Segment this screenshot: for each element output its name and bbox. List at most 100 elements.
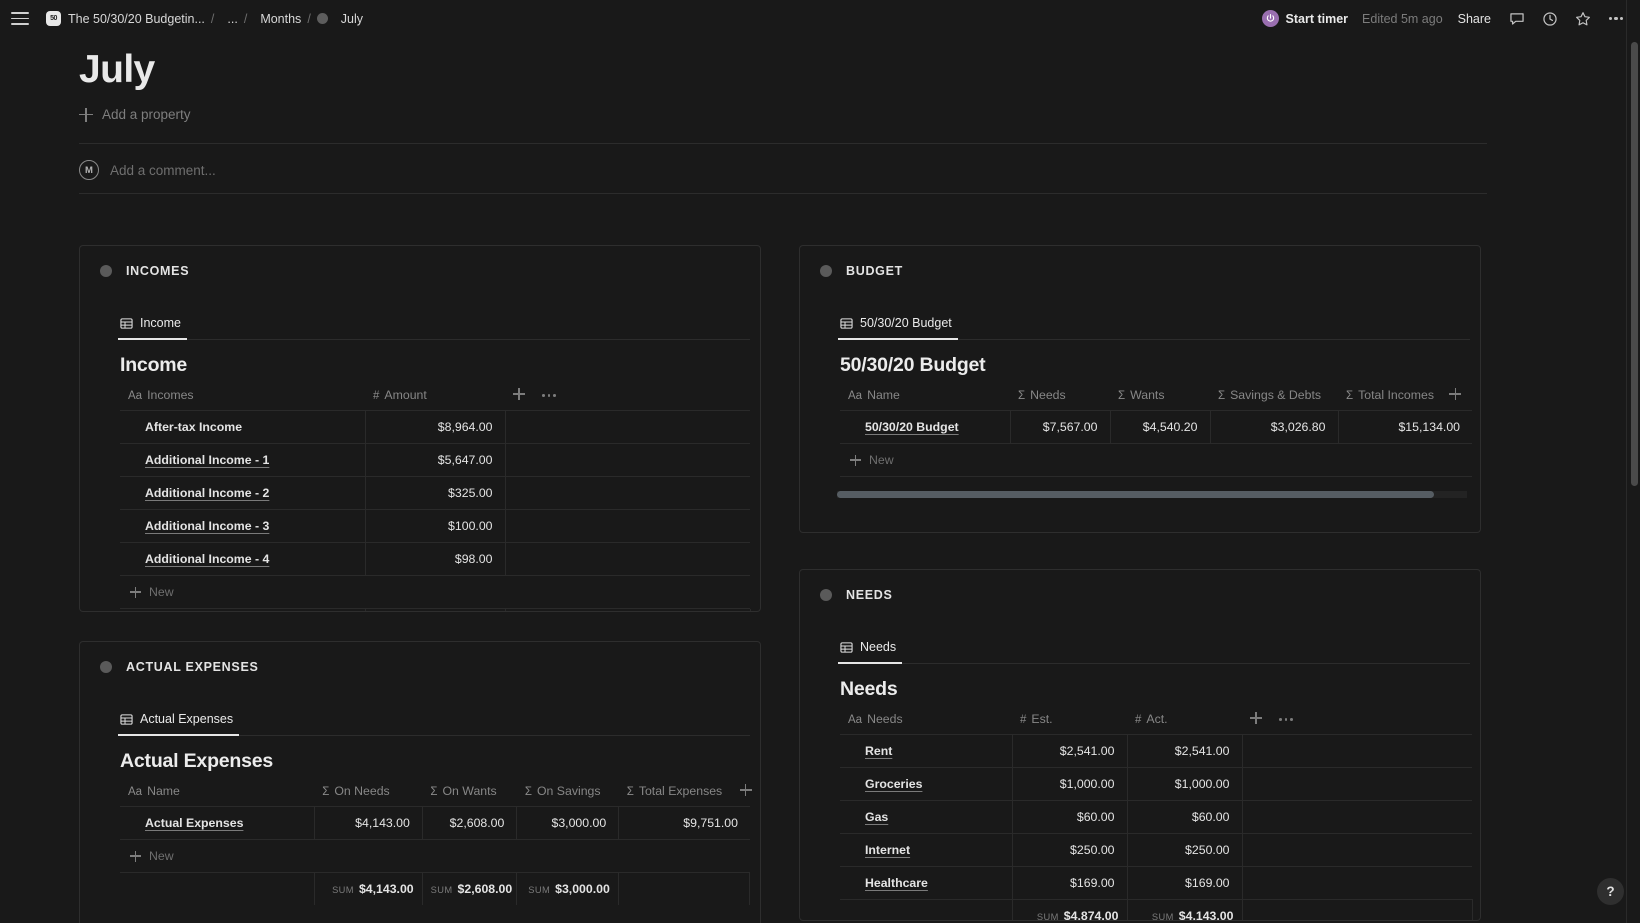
add-column-icon[interactable] [739,784,752,796]
new-row-button-budget[interactable]: New [840,444,1472,477]
share-button[interactable]: Share [1458,12,1491,26]
new-row-button-income[interactable]: New [120,576,750,609]
cell-total-incomes[interactable]: $15,134.00 [1338,410,1472,444]
tab-needs[interactable]: Needs [838,640,903,664]
column-header-total-expenses[interactable]: Σ Total Expenses [619,779,752,807]
column-header-est[interactable]: # Est. [1012,707,1127,735]
comment-icon[interactable] [1507,9,1527,29]
help-button[interactable]: ? [1597,878,1624,905]
cell-total-expenses[interactable]: $9,751.00 [618,806,750,840]
table-row[interactable]: Additional Income - 1 $5,647.00 [120,443,750,477]
sum-on-wants[interactable]: SUM $2,608.00 [422,873,518,905]
horizontal-scrollbar-track[interactable] [837,491,1467,498]
cell-on-wants[interactable]: $2,608.00 [422,806,518,840]
cell-act[interactable]: $1,000.00 [1127,767,1243,801]
cell-income-name[interactable]: Additional Income - 2 [120,476,366,510]
column-header-act[interactable]: # Act. [1127,707,1242,735]
table-row[interactable]: After-tax Income $8,964.00 [120,410,750,444]
sum-on-needs[interactable]: SUM $4,143.00 [314,873,423,905]
sum-on-savings[interactable]: SUM $3,000.00 [516,873,619,905]
cell-need-name[interactable]: Groceries [840,767,1013,801]
column-header-name[interactable]: Aa Name [120,779,314,807]
workspace-logo-icon[interactable]: 50 [46,11,61,26]
comment-input-placeholder[interactable]: Add a comment... [110,163,216,178]
tab-income[interactable]: Income [118,316,187,340]
cell-need-name[interactable]: Healthcare [840,866,1013,900]
cell-act[interactable]: $169.00 [1127,866,1243,900]
table-row[interactable]: Rent $2,541.00 $2,541.00 [840,734,1472,768]
cell-income-amount[interactable]: $325.00 [365,476,506,510]
column-header-incomes[interactable]: Aa Incomes [120,383,365,411]
column-options-icon[interactable] [542,394,556,397]
cell-est[interactable]: $60.00 [1012,800,1128,834]
cell-need-name[interactable]: Internet [840,833,1013,867]
column-header-savings-debts[interactable]: Σ Savings & Debts [1210,383,1338,411]
column-header-on-wants[interactable]: Σ On Wants [422,779,516,807]
cell-est[interactable]: $1,000.00 [1012,767,1128,801]
cell-savings-debts[interactable]: $3,026.80 [1210,410,1339,444]
cell-act[interactable]: $250.00 [1127,833,1243,867]
cell-income-name[interactable]: Additional Income - 3 [120,509,366,543]
cell-wants[interactable]: $4,540.20 [1110,410,1211,444]
breadcrumb-ellipsis[interactable]: ... [227,12,237,26]
table-row[interactable]: Healthcare $169.00 $169.00 [840,866,1472,900]
cell-income-amount[interactable]: $5,647.00 [365,443,506,477]
star-icon[interactable] [1573,9,1593,29]
cell-income-name[interactable]: Additional Income - 1 [120,443,366,477]
cell-income-amount[interactable]: $100.00 [365,509,506,543]
cell-need-name[interactable]: Rent [840,734,1013,768]
history-clock-icon[interactable] [1540,9,1560,29]
cell-income-name[interactable]: After-tax Income [120,410,366,444]
sum-amount[interactable]: SUM$15,134.00 [365,609,506,611]
cell-income-amount[interactable]: $98.00 [365,542,506,576]
column-add-and-options[interactable] [1242,707,1472,735]
vertical-scrollbar[interactable] [1631,42,1638,486]
more-options-icon[interactable] [1606,9,1626,29]
cell-est[interactable]: $2,541.00 [1012,734,1128,768]
column-header-on-savings[interactable]: Σ On Savings [517,779,619,807]
column-add-and-options[interactable] [505,383,750,411]
table-row[interactable]: Additional Income - 4 $98.00 [120,542,750,576]
table-row[interactable]: Actual Expenses $4,143.00 $2,608.00 $3,0… [120,806,750,840]
table-row[interactable]: Gas $60.00 $60.00 [840,800,1472,834]
column-options-icon[interactable] [1279,718,1293,721]
cell-needs[interactable]: $7,567.00 [1010,410,1111,444]
hamburger-icon[interactable] [11,12,29,25]
cell-act[interactable]: $60.00 [1127,800,1243,834]
column-header-needs[interactable]: Aa Needs [840,707,1012,735]
cell-on-needs[interactable]: $4,143.00 [314,806,423,840]
table-row[interactable]: Additional Income - 2 $325.00 [120,476,750,510]
cell-income-name[interactable]: Additional Income - 4 [120,542,366,576]
breadcrumb-item-workspace[interactable]: The 50/30/20 Budgetin... [68,12,205,26]
tab-50-30-20-budget[interactable]: 50/30/20 Budget [838,316,958,340]
table-row[interactable]: Internet $250.00 $250.00 [840,833,1472,867]
column-header-amount[interactable]: # Amount [365,383,505,411]
tab-actual-expenses[interactable]: Actual Expenses [118,712,240,736]
add-column-icon[interactable] [1250,712,1262,724]
add-property-button[interactable]: Add a property [79,107,191,122]
cell-est[interactable]: $250.00 [1012,833,1128,867]
breadcrumb-item-july[interactable]: July [341,12,363,26]
table-row[interactable]: Additional Income - 3 $100.00 [120,509,750,543]
column-header-needs[interactable]: Σ Needs [1010,383,1110,411]
sum-act[interactable]: SUM $4,143.00 [1127,899,1243,920]
cell-on-savings[interactable]: $3,000.00 [516,806,620,840]
table-row[interactable]: 50/30/20 Budget $7,567.00 $4,540.20 $3,0… [840,410,1472,444]
cell-expense-name[interactable]: Actual Expenses [120,806,315,840]
add-column-icon[interactable] [1449,388,1462,400]
new-row-button-actual-expenses[interactable]: New [120,840,750,873]
comment-composer[interactable]: M Add a comment... [79,160,216,180]
cell-budget-name[interactable]: 50/30/20 Budget [840,410,1011,444]
breadcrumb-item-months[interactable]: Months [260,12,301,26]
cell-need-name[interactable]: Gas [840,800,1013,834]
cell-income-amount[interactable]: $8,964.00 [365,410,506,444]
add-column-icon[interactable] [513,388,525,400]
sum-est[interactable]: SUM $4,874.00 [1012,899,1128,920]
column-header-on-needs[interactable]: Σ On Needs [314,779,422,807]
horizontal-scrollbar-thumb[interactable] [837,491,1434,498]
column-header-name[interactable]: Aa Name [840,383,1010,411]
cell-est[interactable]: $169.00 [1012,866,1128,900]
column-header-total-incomes[interactable]: Σ Total Incomes [1338,383,1472,411]
cell-act[interactable]: $2,541.00 [1127,734,1243,768]
column-header-wants[interactable]: Σ Wants [1110,383,1210,411]
